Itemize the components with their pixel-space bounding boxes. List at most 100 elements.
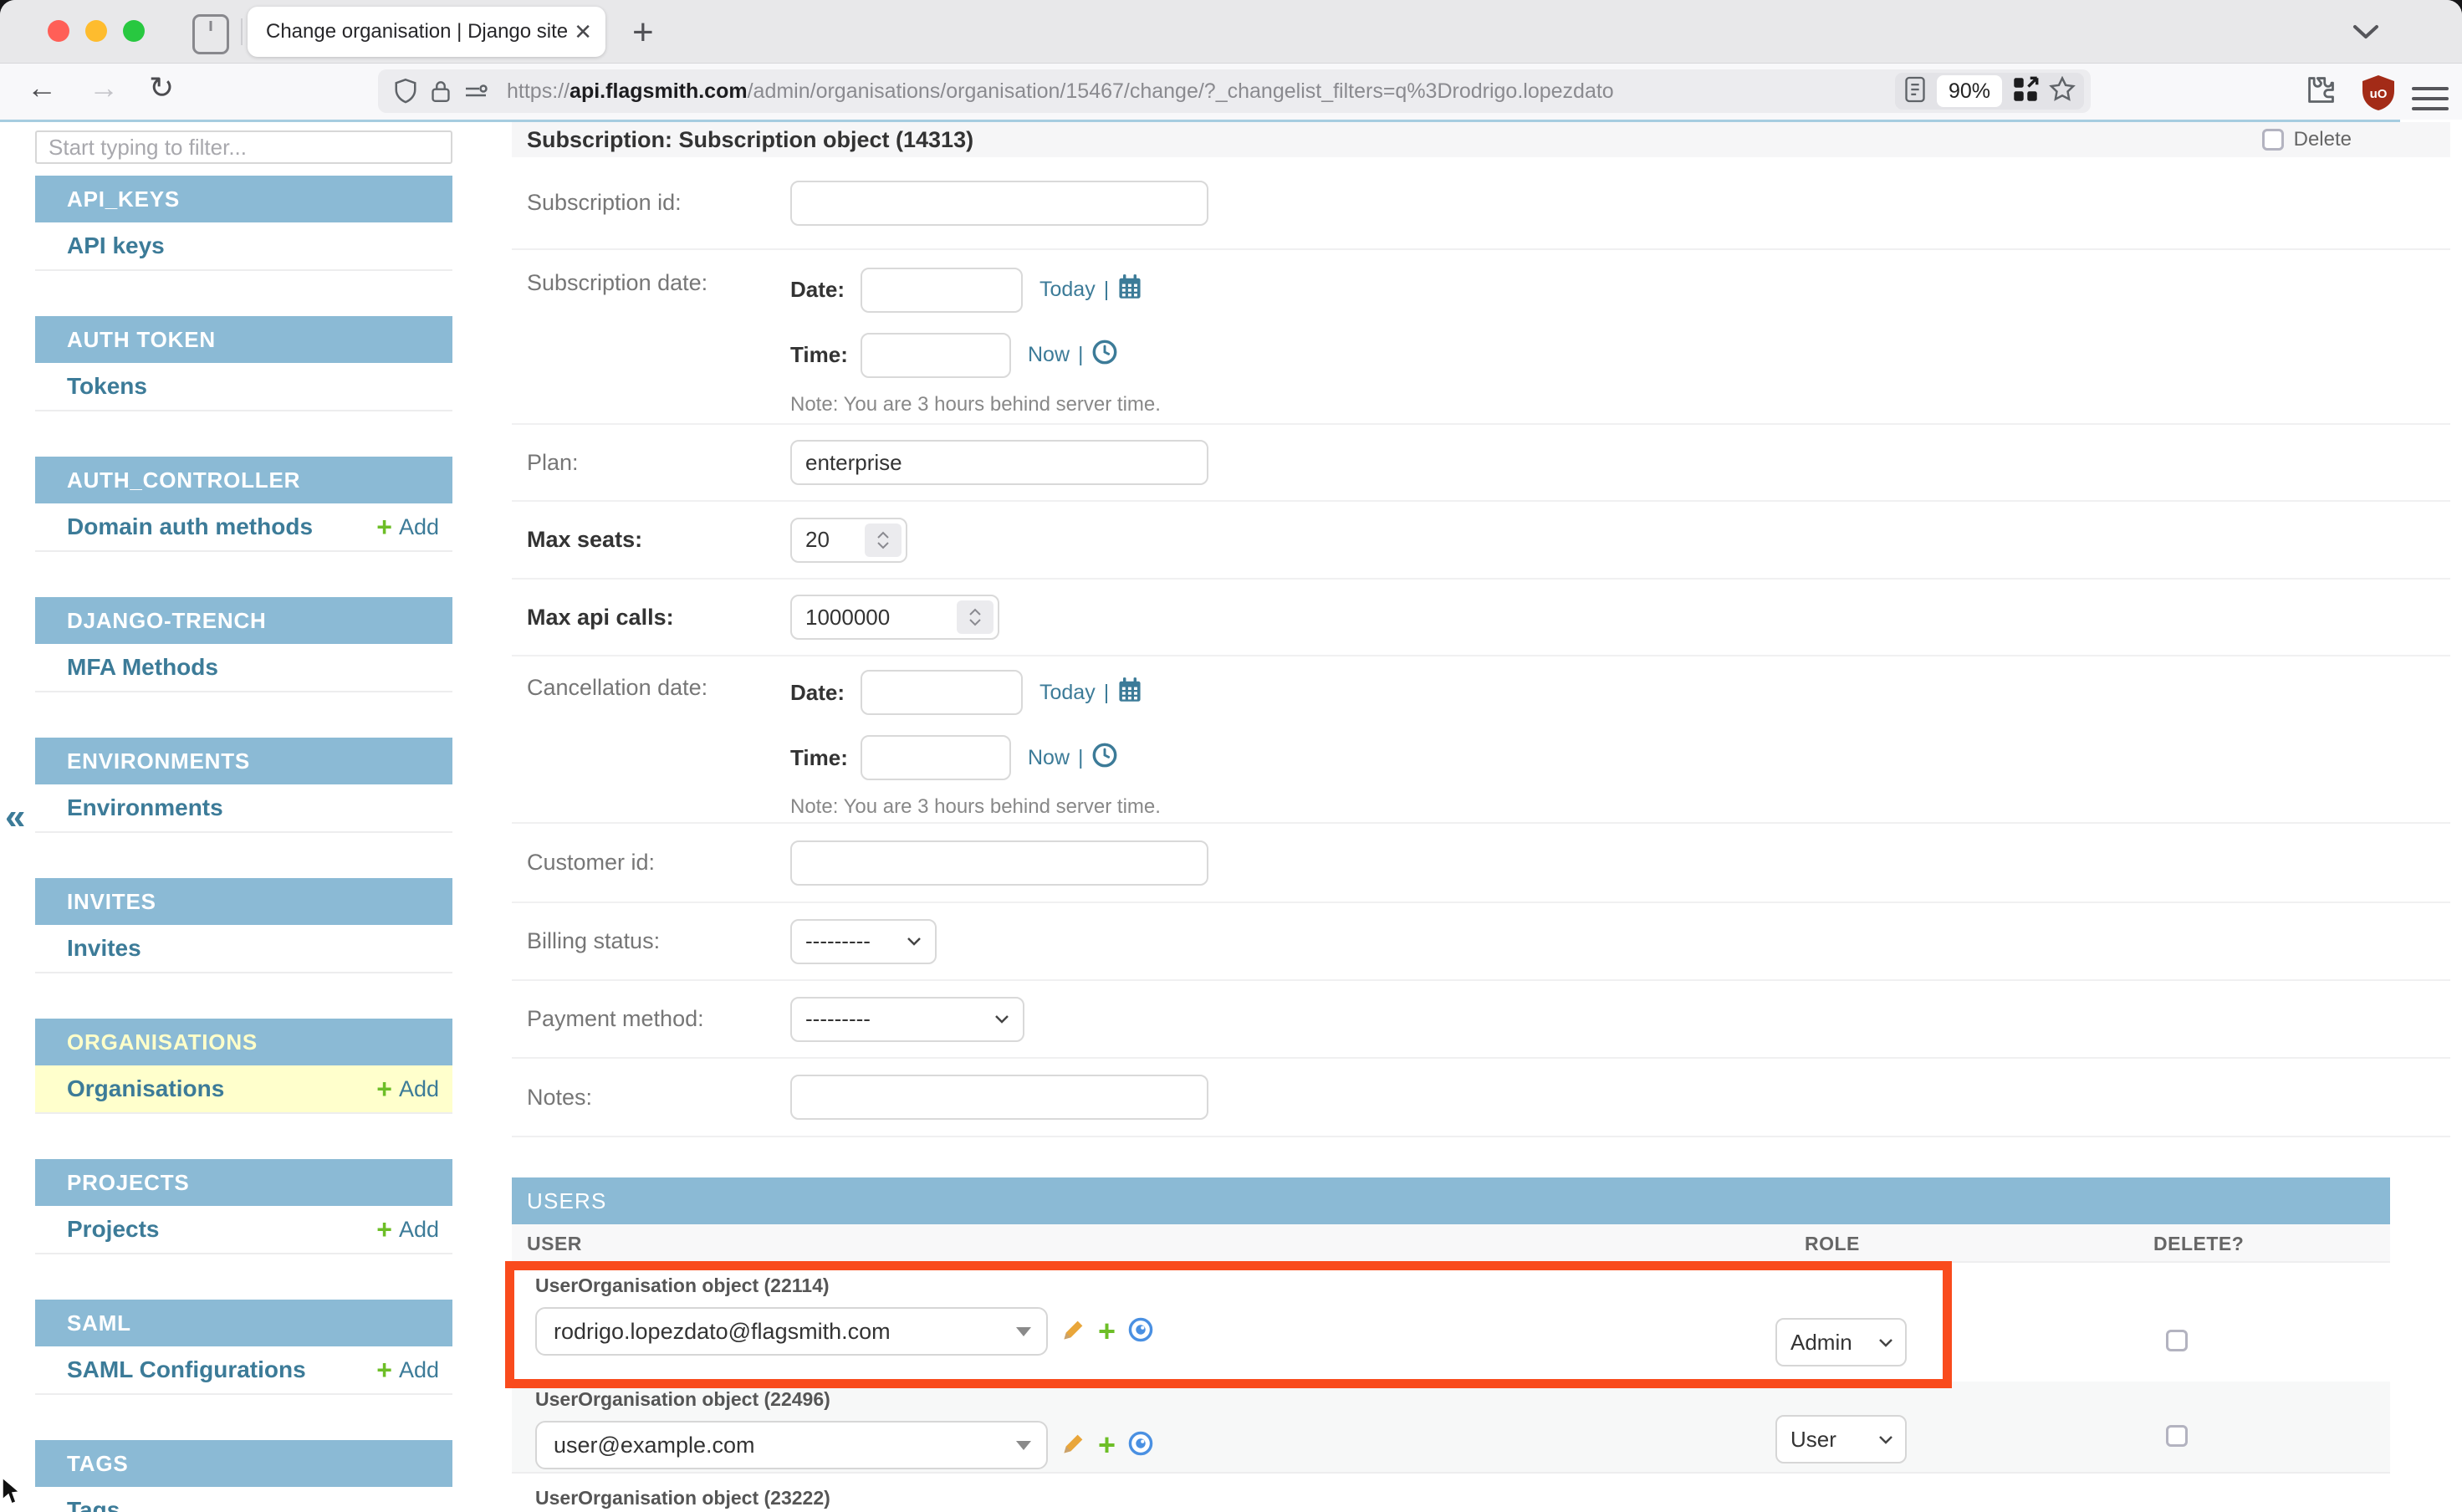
model-link[interactable]: Organisations <box>67 1075 224 1102</box>
model-link[interactable]: Domain auth methods <box>67 513 313 540</box>
browser-toolbar: ← → ↻ https://api.flagsmith.com/admin/or… <box>0 63 2462 120</box>
add-related-icon[interactable]: + <box>1098 1316 1116 1346</box>
clock-icon[interactable] <box>1092 340 1117 370</box>
model-link[interactable]: Tokens <box>67 373 147 400</box>
sidebar-item-tokens[interactable]: Tokens +Add <box>35 363 452 411</box>
notes-input[interactable] <box>790 1075 1208 1120</box>
browser-tab[interactable]: Change organisation | Django site admin … <box>248 7 605 57</box>
close-window-button[interactable] <box>48 20 69 42</box>
today-link[interactable]: Today <box>1039 681 1096 705</box>
user-row: UserOrganisation object (22496) user@exa… <box>512 1382 2390 1474</box>
plan-input[interactable] <box>790 440 1208 485</box>
tab-title: Change organisation | Django site admin <box>266 20 567 43</box>
minimize-window-button[interactable] <box>85 20 107 42</box>
edit-pencil-icon[interactable] <box>1061 1431 1086 1460</box>
role-select[interactable]: User <box>1775 1415 1907 1463</box>
user-select[interactable]: rodrigo.lopezdato@flagsmith.com <box>535 1307 1048 1356</box>
chevron-down-icon <box>1878 1435 1893 1444</box>
url-bar[interactable]: https://api.flagsmith.com/admin/organisa… <box>378 69 2091 113</box>
sidebar-item-projects[interactable]: Projects +Add <box>35 1206 452 1254</box>
sidebar-item-organisations[interactable]: Organisations +Add <box>35 1065 452 1114</box>
list-tabs-chevron-icon[interactable] <box>2352 23 2380 44</box>
calendar-icon[interactable] <box>1117 677 1142 709</box>
customer-id-input[interactable] <box>790 840 1208 886</box>
sidebar-section-api-keys: API_KEYS API keys +Add <box>35 176 452 271</box>
add-link[interactable]: +Add <box>376 1216 439 1243</box>
field-row-notes: Notes: <box>512 1059 2450 1137</box>
zoom-level-badge[interactable]: 90% <box>1937 75 2002 107</box>
sidebar-item-domain-auth-methods[interactable]: Domain auth methods +Add <box>35 503 452 552</box>
user-select[interactable]: user@example.com <box>535 1421 1048 1469</box>
max-api-calls-stepper[interactable] <box>790 595 999 640</box>
permissions-icon[interactable] <box>463 80 488 102</box>
ublock-origin-icon[interactable]: uO <box>2360 74 2397 112</box>
model-link[interactable]: Environments <box>67 794 223 821</box>
sidebar-item-mfa-methods[interactable]: MFA Methods +Add <box>35 644 452 692</box>
today-link[interactable]: Today <box>1039 278 1096 302</box>
admin-sidebar: API_KEYS API keys +Add AUTH TOKEN Tokens… <box>35 130 452 1512</box>
close-tab-icon[interactable]: ✕ <box>574 19 592 45</box>
field-row-subscription-date: Subscription date: Date: Today| Time: No… <box>512 250 2450 425</box>
add-related-icon[interactable]: + <box>1098 1430 1116 1460</box>
number-stepper[interactable] <box>957 600 993 634</box>
sidebar-collapse-icon[interactable]: « <box>5 796 25 838</box>
calendar-icon[interactable] <box>1117 273 1142 306</box>
back-button[interactable]: ← <box>27 70 57 105</box>
sidebar-filter-input[interactable] <box>35 130 452 164</box>
number-stepper[interactable] <box>865 524 902 557</box>
clock-icon[interactable] <box>1092 743 1117 774</box>
billing-status-select[interactable]: --------- <box>790 919 937 964</box>
payment-method-select[interactable]: --------- <box>790 997 1024 1042</box>
now-link[interactable]: Now <box>1028 746 1070 770</box>
select-arrow-icon <box>1016 1327 1031 1336</box>
model-link[interactable]: SAML Configurations <box>67 1356 306 1383</box>
sidebar-toggle-icon[interactable] <box>192 14 229 54</box>
reload-button[interactable]: ↻ <box>149 70 174 105</box>
sidebar-item-invites[interactable]: Invites +Add <box>35 925 452 973</box>
new-tab-button[interactable]: + <box>632 12 654 54</box>
delete-row-checkbox[interactable] <box>2166 1425 2188 1447</box>
add-link[interactable]: +Add <box>376 513 439 540</box>
delete-row-checkbox[interactable] <box>2166 1330 2188 1351</box>
screenshot-grid-icon[interactable] <box>2012 76 2039 107</box>
sidebar-item-saml-configurations[interactable]: SAML Configurations +Add <box>35 1346 452 1395</box>
chevron-down-icon <box>1878 1338 1893 1347</box>
stepper-up-icon <box>876 531 890 539</box>
view-eye-icon[interactable] <box>1127 1430 1154 1461</box>
subscription-time-input[interactable] <box>861 333 1011 378</box>
sidebar-item-environments[interactable]: Environments +Add <box>35 784 452 833</box>
bookmark-star-icon[interactable] <box>2049 76 2076 107</box>
section-header: SAML <box>35 1300 452 1346</box>
model-link[interactable]: Tags <box>67 1497 120 1512</box>
lock-icon[interactable] <box>430 78 452 105</box>
now-link[interactable]: Now <box>1028 343 1070 367</box>
sidebar-item-api-keys[interactable]: API keys +Add <box>35 222 452 271</box>
subscription-date-input[interactable] <box>861 268 1023 313</box>
sidebar-section-environments: ENVIRONMENTS Environments +Add <box>35 738 452 833</box>
view-eye-icon[interactable] <box>1127 1316 1154 1347</box>
zoom-window-button[interactable] <box>123 20 145 42</box>
url-scheme: https:// <box>507 79 570 103</box>
model-link[interactable]: Projects <box>67 1216 160 1243</box>
plus-icon: + <box>376 513 392 540</box>
extensions-puzzle-icon[interactable] <box>2305 74 2340 113</box>
max-seats-stepper[interactable] <box>790 518 907 563</box>
model-link[interactable]: MFA Methods <box>67 654 218 681</box>
delete-checkbox[interactable] <box>2262 129 2284 151</box>
cancellation-date-input[interactable] <box>861 670 1023 715</box>
add-link[interactable]: +Add <box>376 1075 439 1102</box>
edit-pencil-icon[interactable] <box>1061 1317 1086 1346</box>
forward-button[interactable]: → <box>89 70 119 105</box>
cancellation-time-input[interactable] <box>861 735 1011 780</box>
model-link[interactable]: Invites <box>67 935 141 962</box>
users-module-header: USERS <box>512 1177 2390 1224</box>
menu-hamburger-icon[interactable] <box>2412 80 2449 117</box>
subscription-id-input[interactable] <box>790 181 1208 226</box>
model-link[interactable]: API keys <box>67 232 165 259</box>
section-header: INVITES <box>35 878 452 925</box>
role-select[interactable]: Admin <box>1775 1318 1907 1366</box>
reader-view-icon[interactable] <box>1903 75 1927 108</box>
add-link[interactable]: +Add <box>376 1356 439 1383</box>
tracking-protection-shield-icon[interactable] <box>393 77 418 105</box>
sidebar-item-tags[interactable]: Tags +Add <box>35 1487 452 1512</box>
